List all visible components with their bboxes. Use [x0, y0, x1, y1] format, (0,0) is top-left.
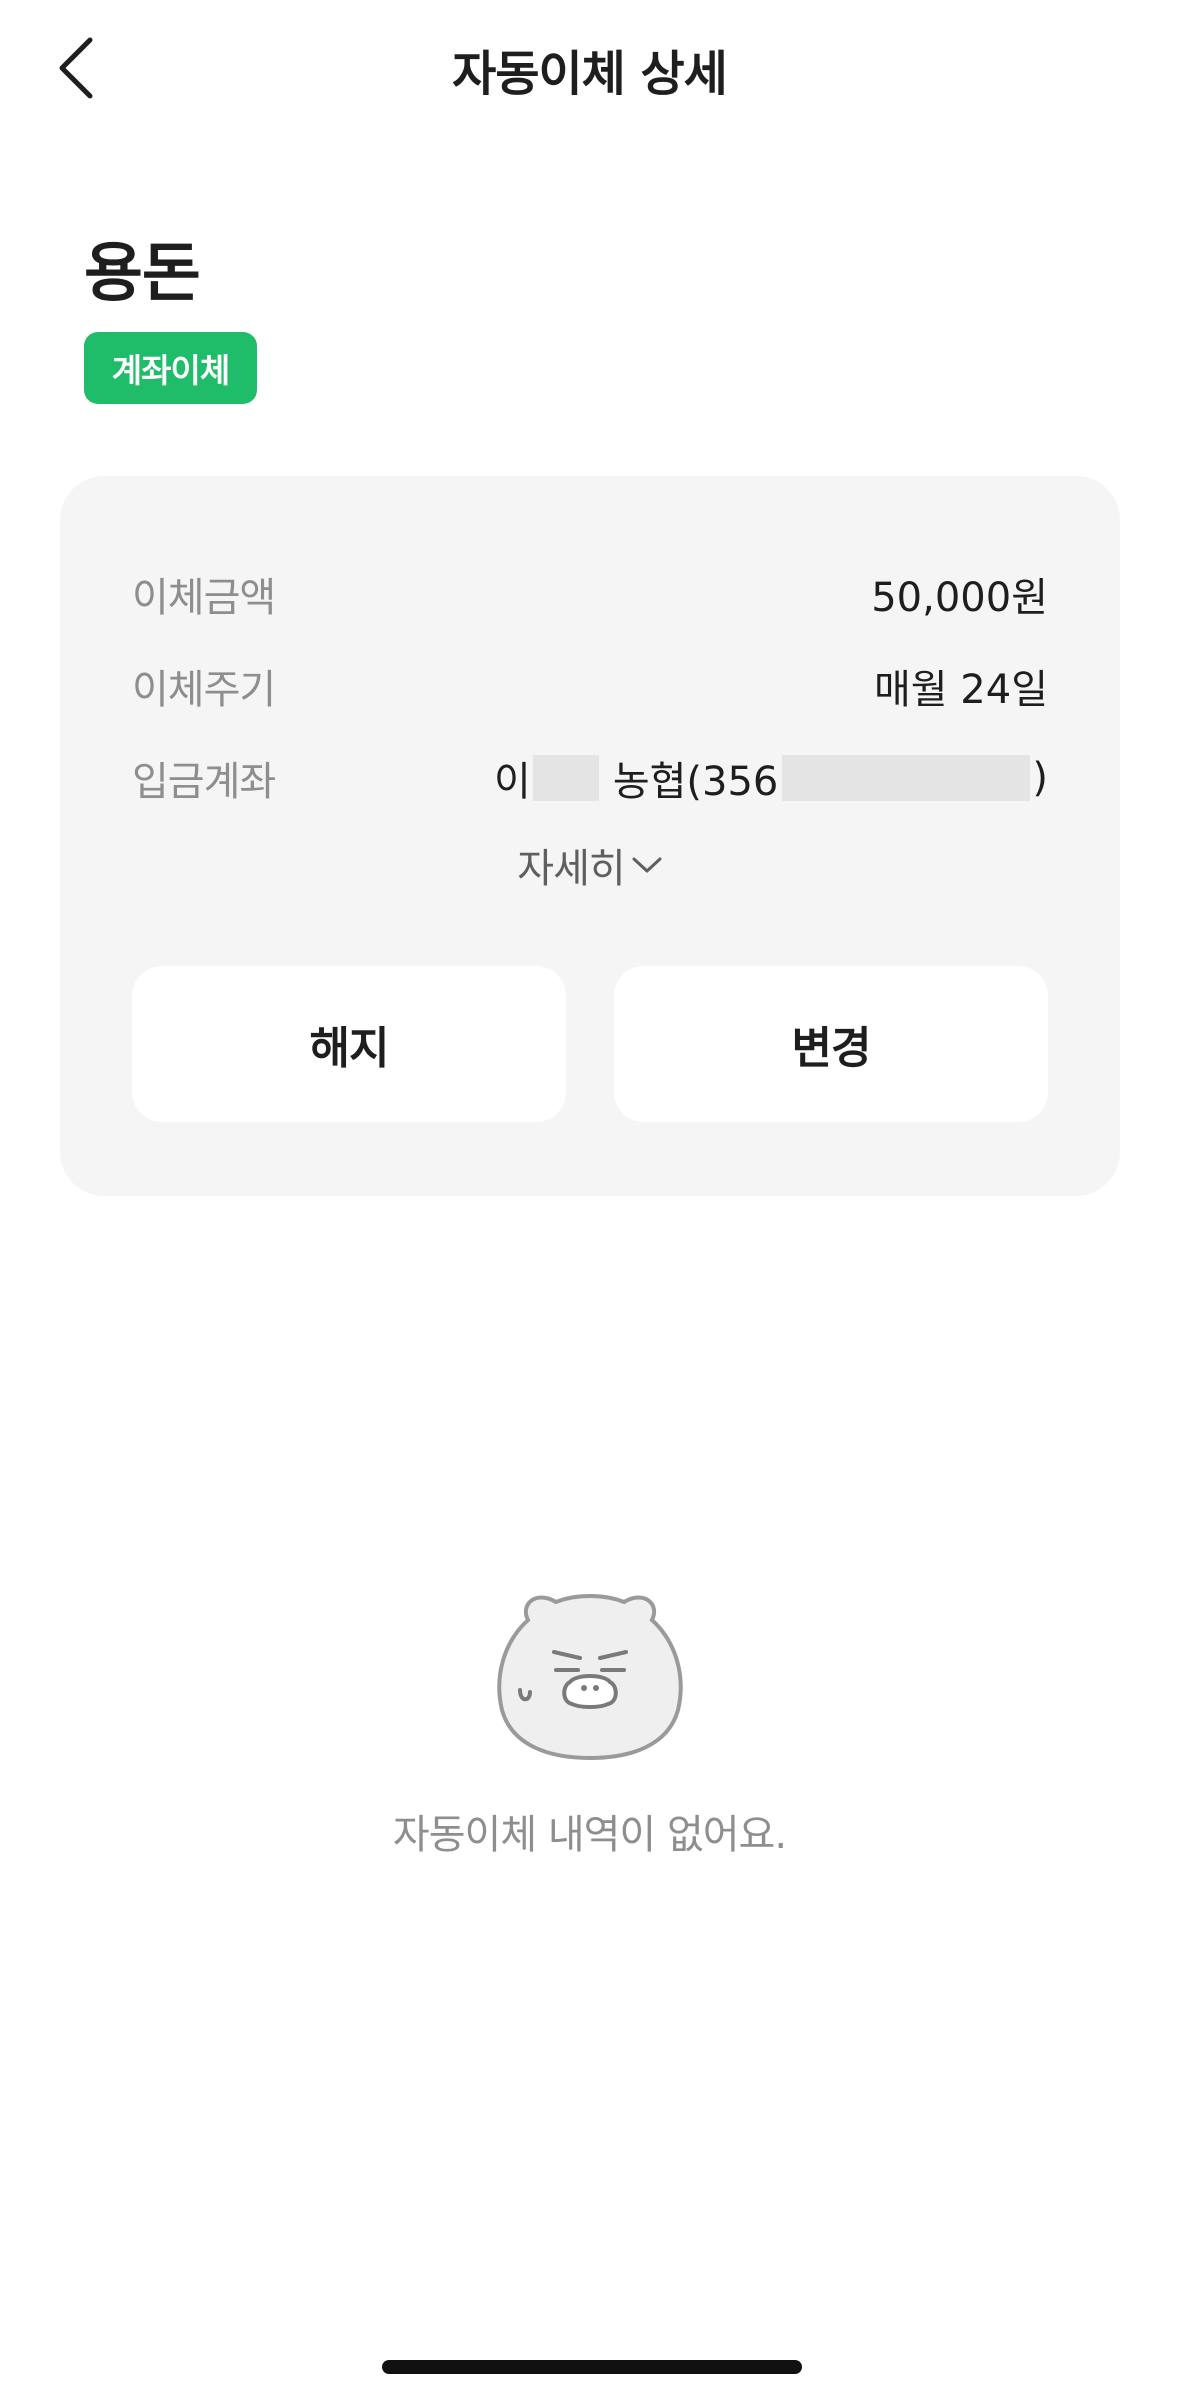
top-nav-bar: 자동이체 상세 — [0, 0, 1179, 140]
transfer-name: 용돈 — [84, 237, 201, 311]
masked-name — [532, 755, 599, 801]
cycle-value: 매월 24일 — [873, 667, 1048, 713]
amount-label: 이체금액 — [132, 575, 276, 621]
more-details-toggle[interactable]: 자세히 — [60, 836, 1120, 894]
character-icon — [496, 1594, 683, 1761]
transfer-type-badge: 계좌이체 — [84, 332, 257, 404]
masked-account-number — [782, 755, 1031, 801]
empty-message: 자동이체 내역이 없어요. — [392, 1812, 787, 1858]
cycle-row: 이체주기 매월 24일 — [132, 656, 1048, 716]
account-value: 이 농협(356 ) — [494, 749, 1048, 807]
cancel-transfer-button[interactable]: 해지 — [132, 966, 566, 1122]
account-row: 입금계좌 이 농협(356 ) — [132, 748, 1048, 808]
chevron-down-icon — [632, 857, 662, 873]
more-details-label: 자세히 — [517, 846, 625, 892]
transfer-detail-card: 이체금액 50,000원 이체주기 매월 24일 입금계좌 이 농협(356 )… — [60, 476, 1120, 1196]
cycle-label: 이체주기 — [132, 667, 276, 713]
account-label: 입금계좌 — [132, 759, 276, 805]
account-bank: 농협(356 — [612, 759, 779, 805]
home-indicator[interactable] — [382, 2360, 802, 2374]
change-transfer-button[interactable]: 변경 — [614, 966, 1048, 1122]
empty-state: 자동이체 내역이 없어요. — [0, 1586, 1179, 1860]
account-holder-prefix: 이 — [494, 759, 531, 805]
amount-row: 이체금액 50,000원 — [132, 564, 1048, 624]
account-suffix: ) — [1032, 755, 1048, 801]
amount-value: 50,000원 — [871, 575, 1048, 621]
page-title: 자동이체 상세 — [452, 46, 728, 102]
